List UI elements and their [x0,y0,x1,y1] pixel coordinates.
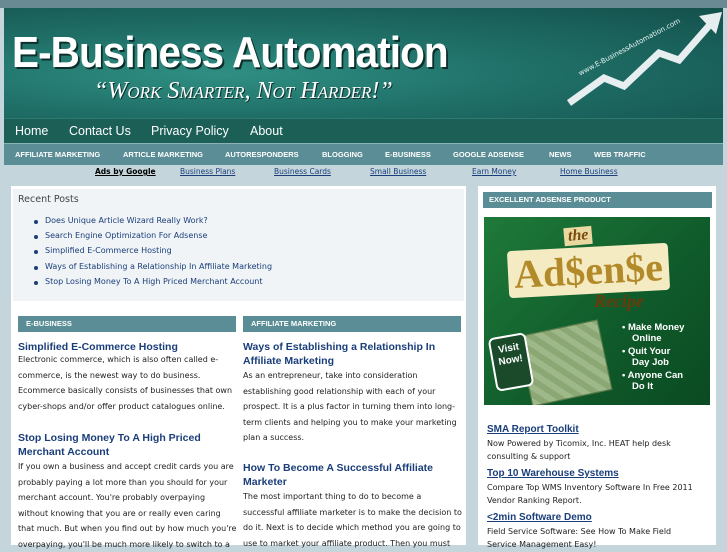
ads-by-google-label[interactable]: Ads by Google [95,167,156,176]
recent-posts-panel: Recent Posts Does Unique Article Wizard … [13,189,464,301]
post-excerpt: As an entrepreneur, take into considerat… [243,371,457,442]
category-nav: AFFILIATE MARKETING ARTICLE MARKETING AU… [4,143,723,166]
category-web-traffic[interactable]: WEB TRAFFIC [594,150,646,159]
recent-post-link[interactable]: Simplified E-Commerce Hosting [33,246,272,261]
ad-link[interactable]: Small Business [370,167,426,176]
ad-title-link[interactable]: Top 10 Warehouse Systems [487,468,619,479]
post-excerpt: The most important thing to do to become… [243,492,462,548]
money-stack-image [517,319,613,405]
post-title-how-to-become-affiliate[interactable]: How To Become A Successful Affiliate Mark… [243,461,433,489]
post-title-ways-of-establishing[interactable]: Ways of Establishing a Relationship In Af… [243,340,435,368]
affiliate-marketing-section: AFFILIATE MARKETING [243,316,461,332]
post-excerpt: If you own a business and accept credit … [18,462,237,549]
category-blogging[interactable]: BLOGGING [322,150,363,159]
ad-text: Now Powered by Ticomix, Inc. HEAT help d… [487,439,671,461]
section-heading-affiliate-marketing[interactable]: AFFILIATE MARKETING [243,316,461,332]
category-article-marketing[interactable]: ARTICLE MARKETING [123,150,203,159]
ad-title-link[interactable]: <2min Software Demo [487,512,592,523]
category-autoresponders[interactable]: AUTORESPONDERS [225,150,299,159]
category-affiliate-marketing[interactable]: AFFILIATE MARKETING [15,150,100,159]
ad-text: Compare Top WMS Inventory Software In Fr… [487,483,693,505]
recent-posts-list: Does Unique Article Wizard Really Work? … [33,216,272,292]
recent-posts-title: Recent Posts [18,194,79,205]
adsense-recipe-banner[interactable]: the Ad$en$e Recipe • Make Money Online •… [484,217,710,405]
banner-recipe: Recipe [594,291,644,311]
e-business-section: E-BUSINESS [18,316,236,332]
post-excerpt: Electronic commerce, which is also often… [18,355,233,411]
post-title-stop-losing-money[interactable]: Stop Losing Money To A High Priced Mercha… [18,431,201,459]
ad-link[interactable]: Business Plans [180,167,235,176]
category-news[interactable]: NEWS [549,150,572,159]
main-nav: Home Contact Us Privacy Policy About [4,118,723,144]
sidebar-heading: EXCELLENT ADSENSE PRODUCT [483,192,712,208]
growth-arrow-icon [566,12,722,106]
category-google-adsense[interactable]: GOOGLE ADSENSE [453,150,524,159]
recent-post-link[interactable]: Does Unique Article Wizard Really Work? [33,216,272,231]
ad-title-link[interactable]: SMA Report Toolkit [487,424,579,435]
site-header: E-Business Automation “Work Smarter, Not… [4,8,723,118]
section-heading-e-business[interactable]: E-BUSINESS [18,316,236,332]
nav-contact-us[interactable]: Contact Us [69,124,131,138]
site-title[interactable]: E-Business Automation [12,28,449,78]
ad-link[interactable]: Business Cards [274,167,331,176]
ad-text: Field Service Software: See How To Make … [487,527,672,549]
nav-home[interactable]: Home [15,124,48,138]
nav-privacy-policy[interactable]: Privacy Policy [151,124,229,138]
banner-bullets: • Make Money Online • Quit Your Day Job … [622,322,685,392]
top-strip [0,0,727,8]
banner-the: the [563,225,594,247]
site-slogan: “Work Smarter, Not Harder!” [94,78,393,104]
recent-post-link[interactable]: Ways of Establishing a Relationship In A… [33,262,272,277]
category-e-business[interactable]: E-BUSINESS [385,150,431,159]
nav-about[interactable]: About [250,124,283,138]
sidebar: EXCELLENT ADSENSE PRODUCT the Ad$en$e Re… [478,186,716,549]
banner-adsense: Ad$en$e [506,242,671,299]
text-ads: SMA Report Toolkit Now Powered by Ticomi… [484,416,710,549]
recent-post-link[interactable]: Stop Losing Money To A High Priced Merch… [33,277,272,292]
ad-link[interactable]: Home Business [560,167,618,176]
ads-link-bar: Ads by Google Business Plans Business Ca… [4,165,723,179]
ad-link[interactable]: Earn Money [472,167,516,176]
recent-post-link[interactable]: Search Engine Optimization For Adsense [33,231,272,246]
